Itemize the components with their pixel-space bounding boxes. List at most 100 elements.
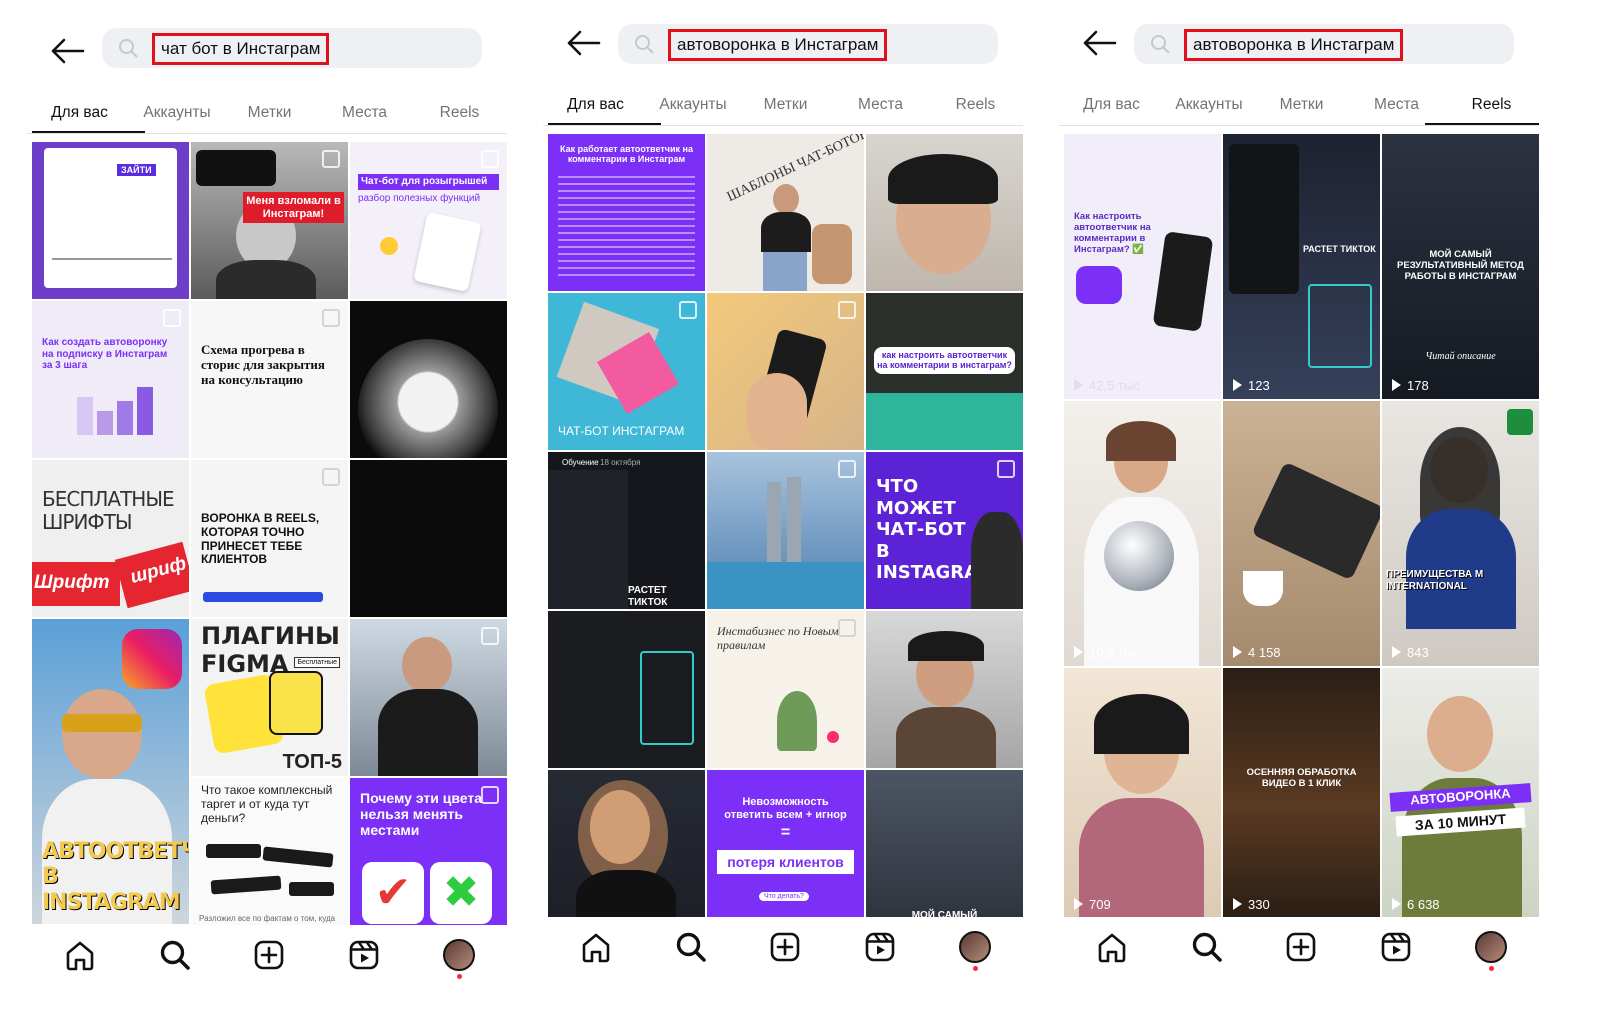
reel-tile[interactable]: Как настроить автоответчик на комментари… [1064,134,1221,399]
search-icon[interactable] [671,927,711,967]
tab-accounts[interactable]: Аккаунты [1164,85,1254,125]
tab-reels[interactable]: Reels [938,85,1013,125]
result-tile[interactable] [548,770,705,927]
search-bar[interactable]: автоворонка в Инстаграм [618,24,998,64]
result-tile[interactable] [707,452,864,609]
tab-for-you[interactable]: Для вас [1069,85,1154,125]
reel-tile[interactable]: 10,9 тыс [1064,401,1221,666]
carousel-icon [838,619,856,637]
result-tile[interactable]: Как создать автоворонку на подписку в Ин… [32,301,189,458]
tab-reels[interactable]: Reels [422,93,497,133]
reel-tile[interactable]: 4 158 [1223,401,1380,666]
tab-for-you[interactable]: Для вас [553,85,638,125]
tile-caption: ОСЕННЯЯ ОБРАБОТКА ВИДЕО В 1 КЛИК [1246,767,1357,789]
result-tile[interactable] [707,293,864,450]
carousel-icon [322,468,340,486]
create-icon[interactable] [249,935,289,975]
home-icon[interactable] [1092,927,1132,967]
reel-tile[interactable]: ОСЕННЯЯ ОБРАБОТКА ВИДЕО В 1 КЛИК 330 [1223,668,1380,918]
result-tile[interactable]: ЧТО МОЖЕТ ЧАТ-БОТ В INSTAGRAM [866,452,1023,609]
reels-icon[interactable] [1376,927,1416,967]
carousel-icon [679,301,697,319]
carousel-icon [997,460,1015,478]
notification-dot [457,974,462,979]
create-icon[interactable] [765,927,805,967]
result-tile[interactable]: ВОРОНКА В REELS, КОТОРАЯ ТОЧНО ПРИНЕСЕТ … [191,460,348,617]
tab-reels[interactable]: Reels [1454,85,1529,125]
search-bar[interactable]: чат бот в Инстаграм [102,28,482,68]
search-icon[interactable] [155,935,195,975]
result-tile[interactable] [350,301,507,458]
profile-avatar[interactable] [955,927,995,971]
result-tile[interactable]: ЗАЙТИ [32,142,189,299]
search-bar[interactable]: автоворонка в Инстаграм [1134,24,1514,64]
profile-avatar[interactable] [439,935,479,979]
result-tile[interactable]: Как работает автоответчик на комментарии… [548,134,705,291]
search-icon[interactable] [1187,927,1227,967]
tile-caption: Невозможность ответить всем + игнор [724,796,847,821]
tile-caption: Чат-бот для розыгрышей [358,174,499,190]
tile-caption: Как настроить автоответчик на комментари… [1074,211,1151,255]
back-arrow-icon[interactable] [49,36,85,66]
search-query[interactable]: автоворонка в Инстаграм [668,29,888,61]
home-icon[interactable] [576,927,616,967]
profile-avatar[interactable] [1471,927,1511,971]
search-query[interactable]: автоворонка в Инстаграм [1184,29,1404,61]
result-tile[interactable]: Невозможность ответить всем + игнор = по… [707,770,864,927]
result-tile[interactable]: МОЙ САМЫЙ [866,770,1023,927]
back-arrow-icon[interactable] [565,28,601,58]
reels-icon[interactable] [860,927,900,967]
reel-tile[interactable]: 709 [1064,668,1221,918]
play-count: 330 [1233,897,1270,912]
result-tile[interactable]: Что такое комплексный таргет и от куда т… [191,778,348,935]
tab-accounts[interactable]: Аккаунты [648,85,738,125]
search-query[interactable]: чат бот в Инстаграм [152,33,330,65]
tab-accounts[interactable]: Аккаунты [132,93,222,133]
tab-places[interactable]: Места [327,93,402,133]
result-tile[interactable]: Меня взломали в Инстаграм! [191,142,348,299]
tile-caption: Меня взломали в Инстаграм! [243,192,344,224]
result-tile[interactable]: Обучение 18 октября РАСТЕТ ТИКТОК [548,452,705,609]
tile-caption: Схема прогрева в сторис для закрытия на … [201,342,325,387]
create-icon[interactable] [1281,927,1321,967]
tile-label: ЗАЙТИ [117,164,156,176]
result-tile[interactable] [548,611,705,768]
tab-tags[interactable]: Метки [1264,85,1339,125]
result-tile[interactable] [350,619,507,776]
notification-dot [973,966,978,971]
tab-places[interactable]: Места [843,85,918,125]
carousel-icon [481,150,499,168]
result-tile[interactable]: Инстабизнес по Новым правилам [707,611,864,768]
result-tile[interactable] [866,134,1023,291]
result-tile[interactable]: АВТООТВЕТЧИК В INSTAGRAM [32,619,189,924]
tab-for-you[interactable]: Для вас [37,93,122,133]
result-tile[interactable]: БЕСПЛАТНЫЕ ШРИФТЫ Шрифт шриф [32,460,189,617]
result-tile[interactable]: Схема прогрева в сторис для закрытия на … [191,301,348,458]
tab-tags[interactable]: Метки [232,93,307,133]
result-tile[interactable]: ПЛАГИНЫ FIGMA Бесплатные ТОП-5 [191,619,348,776]
reel-tile[interactable]: МОЙ САМЫЙ РЕЗУЛЬТАТИВНЫЙ МЕТОД РАБОТЫ В … [1382,134,1539,399]
result-tile[interactable]: ШАБЛОНЫ ЧАТ-БОТОВ [707,134,864,291]
home-icon[interactable] [60,935,100,975]
reels-icon[interactable] [344,935,384,975]
result-tile[interactable] [866,611,1023,768]
back-arrow-icon[interactable] [1081,28,1117,58]
tile-subcaption: разбор полезных функций [358,193,481,204]
result-tile[interactable]: Чат-бот для розыгрышей разбор полезных ф… [350,142,507,299]
search-results-panel-2: автоворонка в Инстаграм Для вас Аккаунты… [543,0,1043,1020]
result-tile[interactable]: ЧАТ-БОТ ИНСТАГРАМ [548,293,705,450]
result-tile[interactable]: Почему эти цвета нельзя менять местами ✔… [350,778,507,935]
result-tile[interactable] [350,460,507,617]
reel-tile[interactable]: РАСТЕТ ТИКТОК 123 [1223,134,1380,399]
search-tabs: Для вас Аккаунты Метки Места Reels [1059,85,1539,127]
tile-caption: ЧТО МОЖЕТ ЧАТ-БОТ В INSTAGRAM [876,476,997,584]
reel-tile[interactable]: ПРЕИМУЩЕСТВА M INTERNATIONAL 843 [1382,401,1539,666]
tab-places[interactable]: Места [1359,85,1434,125]
carousel-icon [481,627,499,645]
tab-tags[interactable]: Метки [748,85,823,125]
tile-caption: МОЙ САМЫЙ РЕЗУЛЬТАТИВНЫЙ МЕТОД РАБОТЫ В … [1397,249,1524,282]
tile-subcaption: Разложил все по фактам о том, куда [199,914,336,923]
result-tile[interactable]: как настроить автоответчик на комментари… [866,293,1023,450]
check-icon: ✔ [362,862,424,924]
reel-tile[interactable]: АВТОВОРОНКА ЗА 10 МИНУТ 6 638 [1382,668,1539,918]
